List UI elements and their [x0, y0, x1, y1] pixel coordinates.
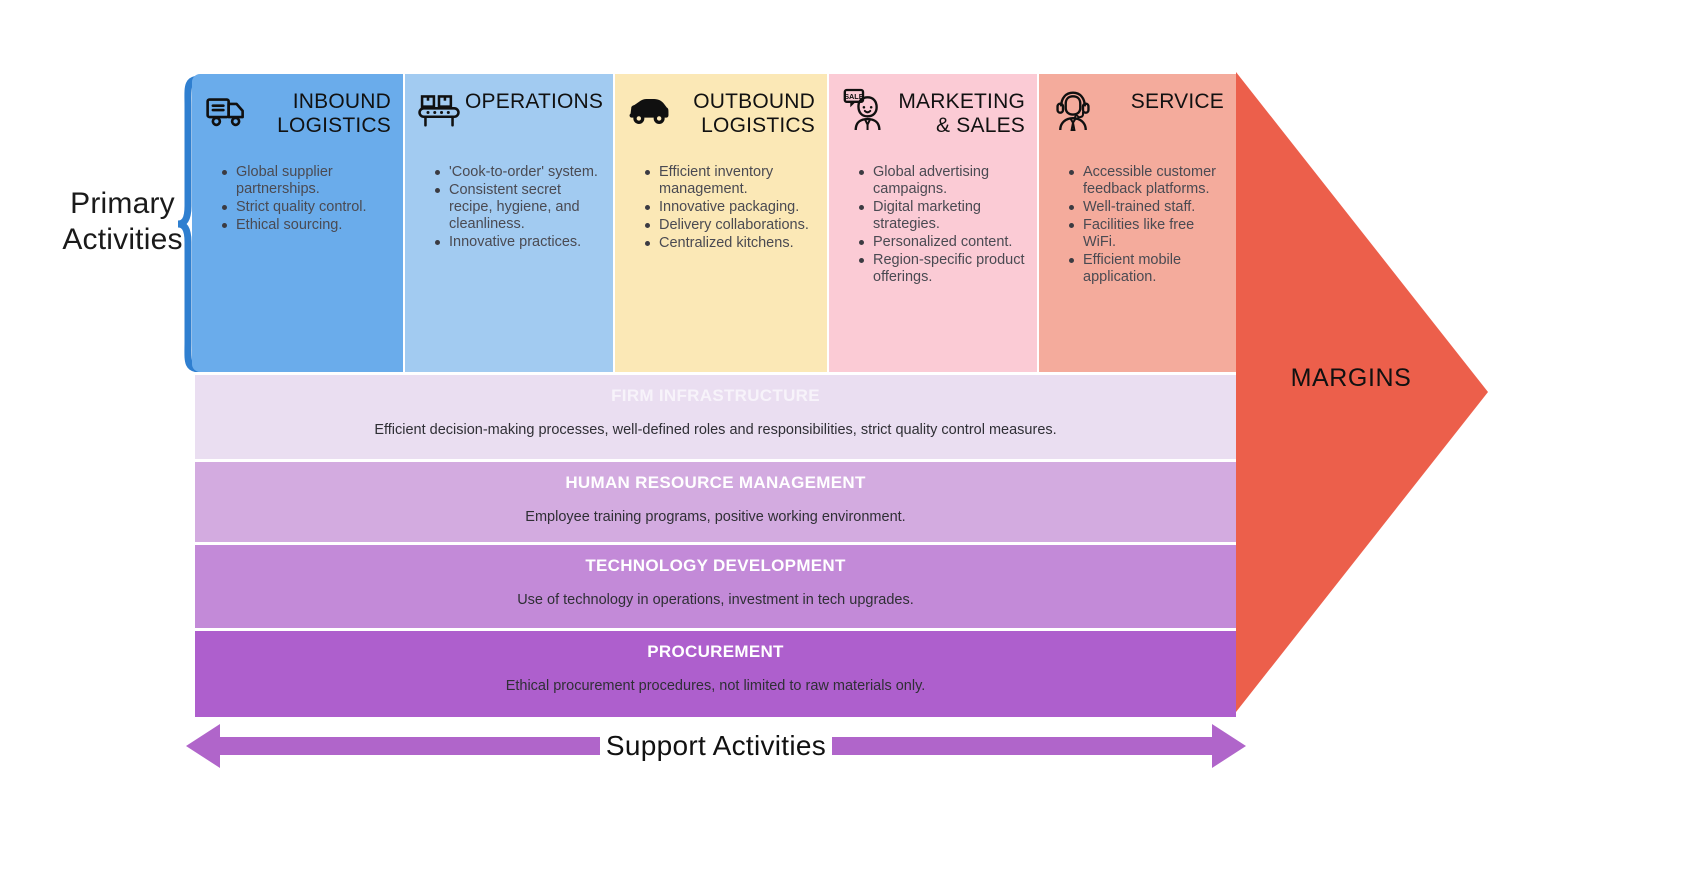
support-band-technology-development[interactable]: TECHNOLOGY DEVELOPMENT Use of technology…: [195, 545, 1236, 628]
value-chain-diagram: Primary Activities INBOUND LOGISTICS Glo…: [0, 0, 1683, 894]
column-bullet-list: Global supplier partnerships. Strict qua…: [204, 164, 391, 234]
list-item: Innovative packaging.: [645, 199, 815, 216]
list-item: Consistent secret recipe, hygiene, and c…: [435, 182, 601, 233]
headset-agent-icon: [1051, 88, 1095, 132]
support-activities-arrow-shape: [186, 724, 1246, 768]
column-bullet-list: Accessible customer feedback platforms. …: [1051, 164, 1224, 286]
band-title: TECHNOLOGY DEVELOPMENT: [585, 556, 846, 575]
column-title: MARKETING & SALES: [898, 90, 1025, 137]
list-item: Facilities like free WiFi.: [1069, 217, 1224, 251]
column-title: SERVICE: [1130, 90, 1224, 113]
primary-column-inbound-logistics[interactable]: INBOUND LOGISTICS Global supplier partne…: [192, 74, 403, 372]
primary-activities-row: INBOUND LOGISTICS Global supplier partne…: [192, 74, 1236, 372]
list-item: Innovative practices.: [435, 234, 601, 251]
support-band-firm-infrastructure[interactable]: FIRM INFRASTRUCTURE Efficient decision-m…: [195, 375, 1236, 459]
car-icon: [627, 88, 671, 132]
list-item: Well-trained staff.: [1069, 199, 1224, 216]
conveyor-belt-icon: [417, 88, 461, 132]
band-description: Efficient decision-making processes, wel…: [374, 422, 1057, 438]
list-item: Ethical sourcing.: [222, 217, 391, 234]
list-item: Accessible customer feedback platforms.: [1069, 164, 1224, 198]
band-description: Employee training programs, positive wor…: [525, 509, 906, 525]
list-item: 'Cook-to-order' system.: [435, 164, 601, 181]
band-description: Use of technology in operations, investm…: [517, 592, 914, 608]
column-header: SALE MARKETING & SALES: [841, 88, 1025, 142]
primary-column-operations[interactable]: OPERATIONS 'Cook-to-order' system. Consi…: [405, 74, 613, 372]
column-header: INBOUND LOGISTICS: [204, 88, 391, 142]
column-bullet-list: Global advertising campaigns. Digital ma…: [841, 164, 1025, 286]
band-title: PROCUREMENT: [647, 642, 784, 661]
column-title: OPERATIONS: [465, 90, 604, 113]
support-activities-stack: FIRM INFRASTRUCTURE Efficient decision-m…: [195, 375, 1236, 720]
support-band-procurement[interactable]: PROCUREMENT Ethical procurement procedur…: [195, 631, 1236, 717]
truck-icon: [204, 88, 248, 132]
list-item: Efficient mobile application.: [1069, 252, 1224, 286]
primary-column-outbound-logistics[interactable]: OUTBOUND LOGISTICS Efficient inventory m…: [615, 74, 827, 372]
margins-label: MARGINS: [1290, 364, 1412, 392]
band-title: HUMAN RESOURCE MANAGEMENT: [565, 473, 866, 492]
band-description: Ethical procurement procedures, not limi…: [505, 678, 926, 694]
list-item: Personalized content.: [859, 234, 1025, 251]
column-bullet-list: 'Cook-to-order' system. Consistent secre…: [417, 164, 601, 251]
list-item: Global advertising campaigns.: [859, 164, 1025, 198]
primary-column-marketing-and-sales[interactable]: SALE MARKETING & SALES Global advertisin…: [829, 74, 1037, 372]
primary-column-service[interactable]: SERVICE Accessible customer feedback pla…: [1039, 74, 1236, 372]
support-band-human-resource-management[interactable]: HUMAN RESOURCE MANAGEMENT Employee train…: [195, 462, 1236, 542]
column-title: OUTBOUND LOGISTICS: [693, 90, 815, 137]
band-title: FIRM INFRASTRUCTURE: [611, 386, 820, 405]
column-header: SERVICE: [1051, 88, 1224, 142]
list-item: Strict quality control.: [222, 199, 391, 216]
column-title: INBOUND LOGISTICS: [277, 90, 391, 137]
column-header: OPERATIONS: [417, 88, 604, 142]
list-item: Region-specific product offerings.: [859, 252, 1025, 286]
list-item: Global supplier partnerships.: [222, 164, 391, 198]
column-header: OUTBOUND LOGISTICS: [627, 88, 815, 142]
salesperson-sale-icon: SALE: [841, 88, 885, 132]
list-item: Digital marketing strategies.: [859, 199, 1025, 233]
column-bullet-list: Efficient inventory management. Innovati…: [627, 164, 815, 252]
list-item: Efficient inventory management.: [645, 164, 815, 198]
list-item: Delivery collaborations.: [645, 217, 815, 234]
list-item: Centralized kitchens.: [645, 235, 815, 252]
